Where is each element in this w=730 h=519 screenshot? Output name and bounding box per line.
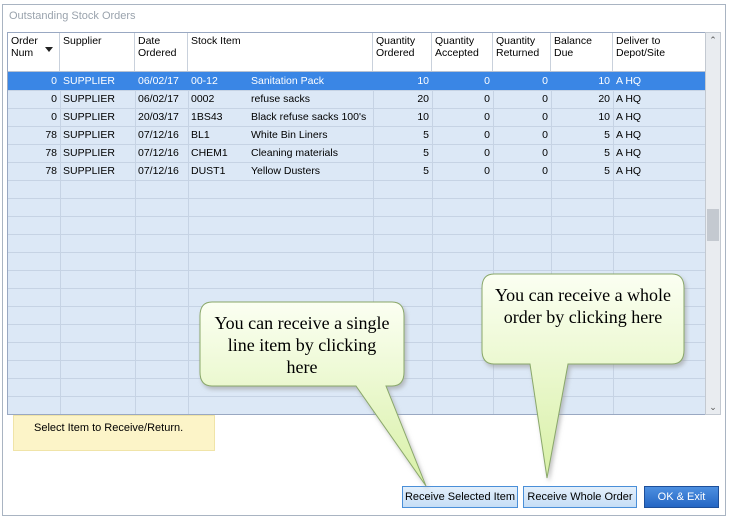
table-cell: Black refuse sacks 100's [251,111,367,123]
table-cell: 20 [417,93,429,105]
table-cell: 06/02/17 [138,75,179,87]
table-cell: 5 [423,129,429,141]
callout-whole-text: You can receive a whole order by clickin… [494,285,672,327]
table-cell: 0 [542,129,548,141]
receive-selected-item-button[interactable]: Receive Selected Item [402,486,518,508]
scroll-thumb[interactable] [707,209,719,241]
table-row[interactable]: 78 SUPPLIER 07/12/16 CHEM1 Cleaning material… [8,144,706,163]
sort-desc-icon [45,47,53,52]
table-cell: 0 [484,165,490,177]
table-cell: Yellow Dusters [251,165,321,177]
table-cell: 10 [417,111,429,123]
chevron-down-icon[interactable]: ⌄ [709,403,717,412]
grid-scrollbar[interactable]: ⌃ ⌄ [705,32,721,415]
callout-single-text: You can receive a single line item by cl… [214,313,390,377]
table-cell: refuse sacks [251,93,310,105]
table-cell: SUPPLIER [63,147,115,159]
table-cell: 0 [542,75,548,87]
table-cell: 07/12/16 [138,147,179,159]
table-cell: 0 [484,93,490,105]
table-cell: CHEM1 [191,147,228,159]
table-cell: A HQ [616,93,642,105]
table-cell: 0 [51,93,57,105]
col-supplier[interactable]: Supplier [60,33,135,71]
table-cell: White Bin Liners [251,129,328,141]
col-deliver-to[interactable]: Deliver to Depot/Site [613,33,706,71]
table-cell: A HQ [616,129,642,141]
table-cell: 0 [542,147,548,159]
table-cell: 10 [598,111,610,123]
table-cell: 78 [45,129,57,141]
table-row[interactable]: 78 SUPPLIER 07/12/16 BL1 White Bin Liners 5 0 0… [8,126,706,145]
table-cell: Sanitation Pack [251,75,324,87]
status-text: Select Item to Receive/Return. [34,422,184,434]
col-stock-item[interactable]: Stock Item [188,33,373,71]
col-date-ordered[interactable]: Date Ordered [135,33,188,71]
table-cell: SUPPLIER [63,93,115,105]
table-cell: 06/02/17 [138,93,179,105]
status-message: Select Item to Receive/Return. [13,415,215,451]
col-qty-ordered[interactable]: Quantity Ordered [373,33,432,71]
empty-row [8,252,706,271]
empty-row [8,234,706,253]
table-cell: 0 [484,75,490,87]
table-cell: 78 [45,147,57,159]
table-cell: 5 [423,147,429,159]
table-cell: 00-12 [191,75,218,87]
table-cell: Cleaning materials [251,147,338,159]
table-cell: SUPPLIER [63,75,115,87]
table-cell: 5 [604,147,610,159]
table-cell: A HQ [616,75,642,87]
table-cell: 0 [51,111,57,123]
chevron-up-icon[interactable]: ⌃ [709,36,717,45]
col-qty-returned[interactable]: Quantity Returned [493,33,551,71]
table-cell: 20/03/17 [138,111,179,123]
table-row[interactable]: 78 SUPPLIER 07/12/16 DUST1 Yellow Dusters 5 0 0… [8,162,706,181]
table-cell: 5 [423,165,429,177]
grid-header: Order Num Supplier Date Ordered Stock It… [8,33,706,72]
table-cell: 07/12/16 [138,165,179,177]
table-cell: 10 [598,75,610,87]
window-title: Outstanding Stock Orders [9,10,136,22]
empty-row [8,396,706,414]
empty-row [8,180,706,199]
table-cell: 0 [484,147,490,159]
table-cell: 20 [598,93,610,105]
table-cell: 78 [45,165,57,177]
table-cell: DUST1 [191,165,226,177]
table-cell: SUPPLIER [63,165,115,177]
table-row[interactable]: 0 SUPPLIER 06/02/17 00-12 Sanitation Pack 10 0… [8,72,706,91]
table-cell: 5 [604,129,610,141]
table-cell: BL1 [191,129,210,141]
table-cell: 07/12/16 [138,129,179,141]
table-cell: A HQ [616,165,642,177]
table-cell: A HQ [616,111,642,123]
receive-whole-order-button[interactable]: Receive Whole Order [523,486,637,508]
table-row[interactable]: 0 SUPPLIER 20/03/17 1BS43 Black refuse sacks… [8,108,706,127]
table-cell: 0 [542,165,548,177]
table-cell: 0 [51,75,57,87]
table-cell: 0002 [191,93,215,105]
table-cell: 0 [542,111,548,123]
empty-row [8,378,706,397]
table-cell: 0 [542,93,548,105]
table-cell: SUPPLIER [63,111,115,123]
empty-row [8,198,706,217]
table-row[interactable]: 0 SUPPLIER 06/02/17 0002 refuse sacks 20 0 0 20 A… [8,90,706,109]
empty-row [8,216,706,235]
table-cell: 10 [417,75,429,87]
col-qty-accepted[interactable]: Quantity Accepted [432,33,493,71]
col-balance-due[interactable]: Balance Due [551,33,613,71]
stock-orders-window: Outstanding Stock Orders Order Num Suppl… [2,4,726,516]
table-cell: SUPPLIER [63,129,115,141]
table-cell: 5 [604,165,610,177]
col-order-num[interactable]: Order Num [8,33,60,71]
table-cell: 0 [484,111,490,123]
table-cell: 0 [484,129,490,141]
table-cell: 1BS43 [191,111,223,123]
table-cell: A HQ [616,147,642,159]
ok-exit-button[interactable]: OK & Exit [644,486,719,508]
